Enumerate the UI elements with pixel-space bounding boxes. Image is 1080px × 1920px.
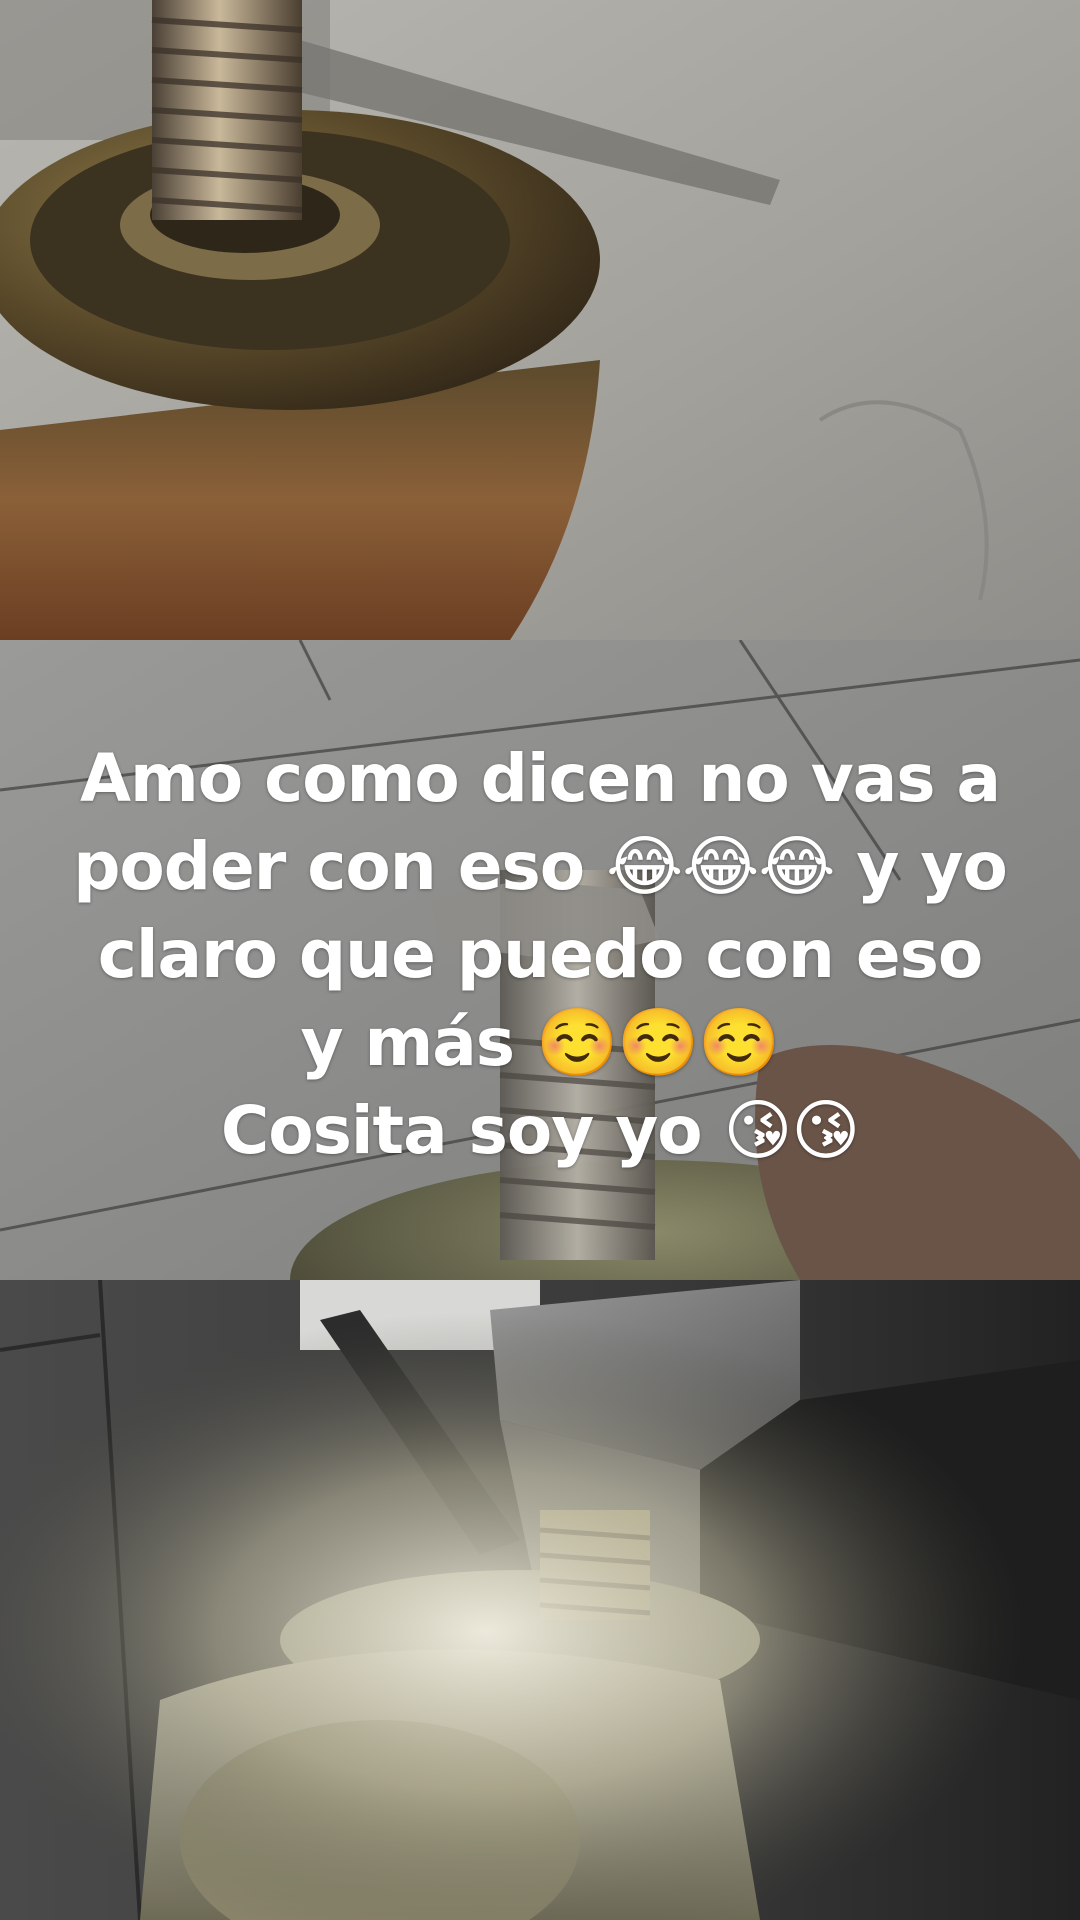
photo-collage: Amo como dicen no vas a poder con eso 😂😂… (0, 0, 1080, 1920)
photo-panel-top (0, 0, 1080, 640)
caster-photo-1 (0, 0, 1080, 640)
photo-panel-bottom (0, 1280, 1080, 1920)
caster-photo-3 (0, 1280, 1080, 1920)
overlay-caption: Amo como dicen no vas a poder con eso 😂😂… (73, 740, 1008, 1169)
